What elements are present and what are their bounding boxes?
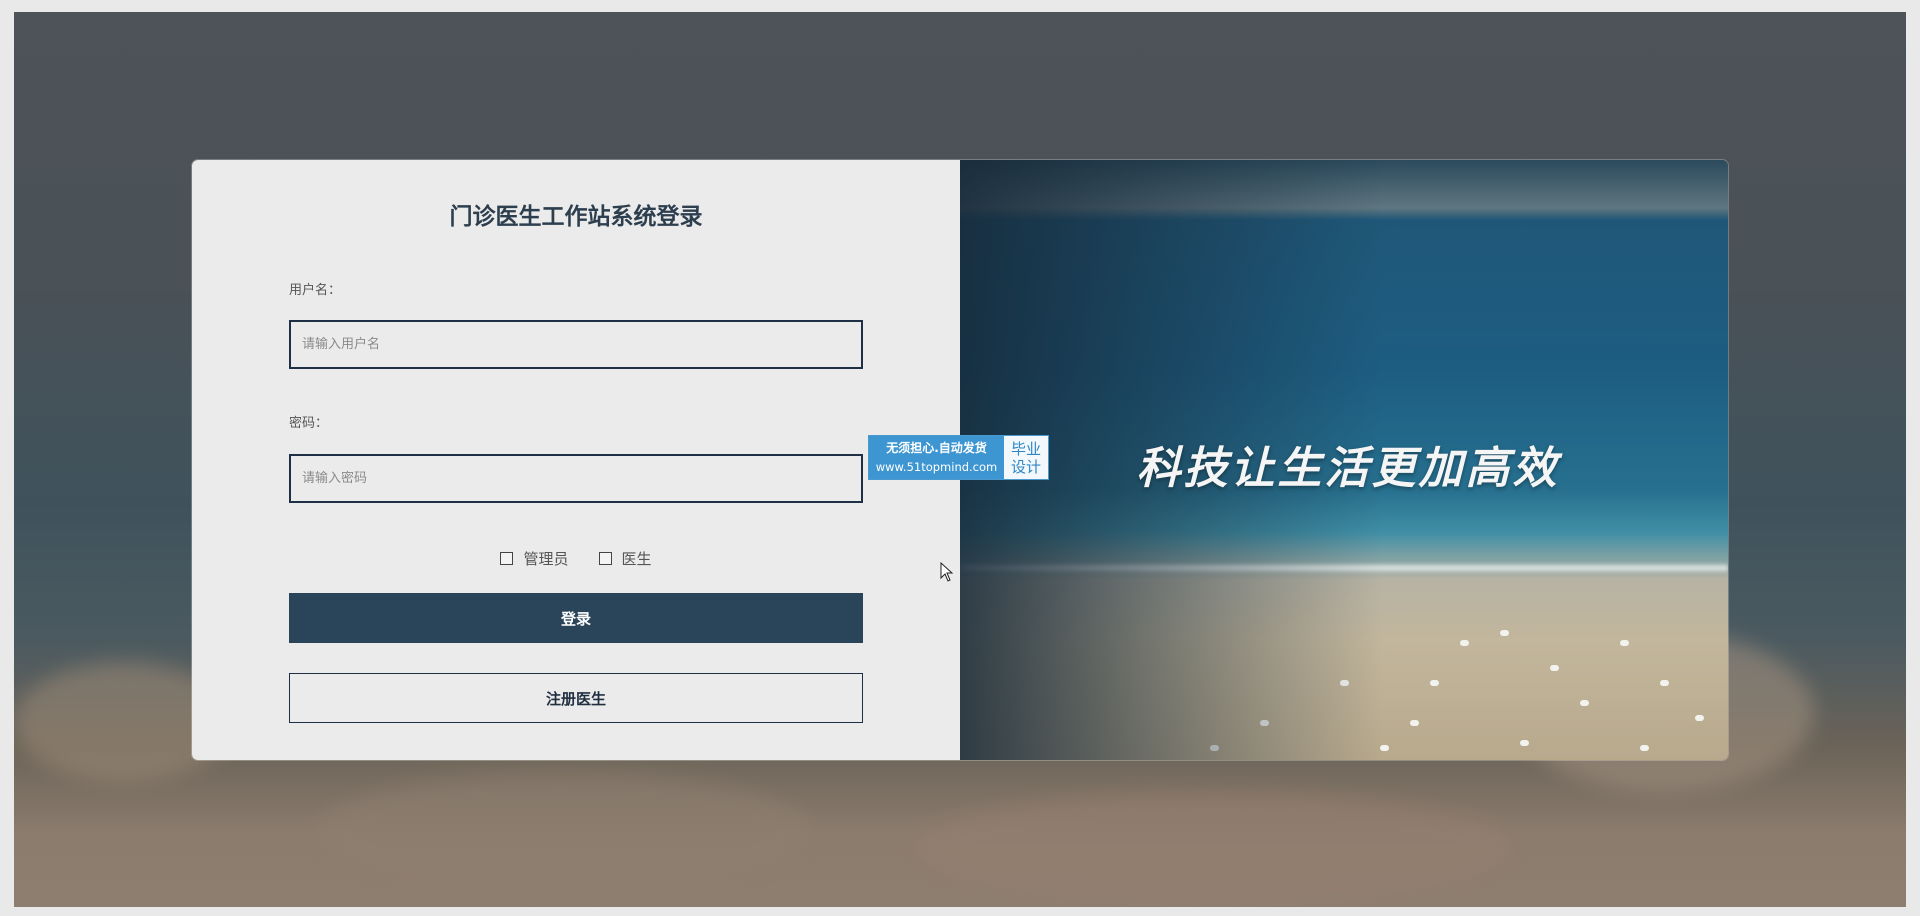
password-label: 密码：	[289, 416, 329, 431]
mouse-cursor-icon	[940, 562, 954, 582]
watermark-url: www.51topmind.com	[875, 459, 998, 474]
username-input[interactable]	[289, 320, 863, 369]
role-option-doctor[interactable]: 医生	[598, 548, 652, 569]
login-form-panel: 门诊医生工作站系统登录 用户名： 密码： 管理员 医生 登录 注册医生	[192, 160, 960, 760]
beach-banner-image: 科技让生活更加高效	[960, 160, 1728, 760]
page-title: 门诊医生工作站系统登录	[449, 204, 703, 230]
watermark-line1: 无须担心.自动发货	[886, 440, 987, 455]
login-button[interactable]: 登录	[289, 593, 863, 643]
password-input[interactable]	[289, 454, 863, 503]
register-doctor-button[interactable]: 注册医生	[289, 673, 863, 723]
role-selector: 管理员 医生	[192, 548, 960, 569]
admin-role-label: 管理员	[523, 550, 569, 568]
banner-slogan: 科技让生活更加高效	[1136, 443, 1560, 494]
admin-checkbox[interactable]	[500, 552, 514, 565]
username-label: 用户名：	[289, 283, 342, 298]
role-option-admin[interactable]: 管理员	[500, 548, 569, 569]
watermark-badge-line1: 毕业	[1010, 439, 1041, 458]
watermark-badge-line2: 设计	[1010, 457, 1041, 476]
doctor-role-label: 医生	[621, 550, 652, 568]
doctor-checkbox[interactable]	[598, 552, 612, 565]
watermark-badge: 无须担心.自动发货 www.51topmind.com 毕业 设计	[868, 435, 1049, 480]
